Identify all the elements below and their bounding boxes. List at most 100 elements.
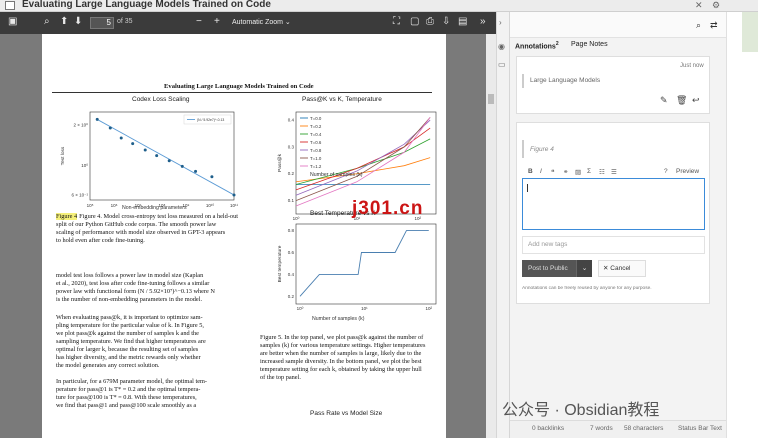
chart1-x-tick: 10⁵ bbox=[87, 203, 94, 208]
fig4-caption-line: to hold even after code fine-tuning. bbox=[56, 237, 145, 244]
zoom-in-icon[interactable]: + bbox=[214, 16, 220, 28]
chart3-svg: 10⁰ 10¹ 10² 0.2 0.4 0.6 0.8 Best temperature bbox=[277, 223, 437, 311]
search-icon[interactable]: ⌕ bbox=[696, 20, 701, 31]
eye-icon[interactable]: ◉ bbox=[498, 42, 505, 51]
chart2-y-tick: 0.3 bbox=[288, 144, 295, 149]
pdf-file-icon bbox=[5, 1, 15, 10]
tools-menu-icon[interactable]: » bbox=[480, 16, 486, 28]
site-watermark: j301.cn bbox=[352, 198, 424, 219]
quote-bar bbox=[522, 140, 524, 158]
body-line: is the number of non-embedding parameter… bbox=[56, 296, 203, 303]
page-number-input[interactable]: 5 bbox=[90, 17, 114, 29]
chart2-title: Pass@K vs K, Temperature bbox=[302, 96, 382, 103]
chart3-x-tick: 10¹ bbox=[361, 306, 368, 311]
download-icon[interactable]: ⇩ bbox=[442, 16, 450, 28]
tab-annotations[interactable]: Annotations2 bbox=[515, 41, 559, 50]
chart1-point bbox=[119, 136, 123, 140]
print-icon[interactable]: ⎙ bbox=[426, 16, 434, 28]
chart1-y-tick: 10⁰ bbox=[81, 163, 88, 168]
reply-icon[interactable]: ↩ bbox=[692, 95, 700, 106]
quote-icon[interactable]: ❝ bbox=[551, 168, 555, 176]
zoom-out-icon[interactable]: − bbox=[196, 16, 202, 28]
fig5-caption-line: of the top panel. bbox=[260, 374, 301, 381]
annotation-timestamp: Just now bbox=[680, 63, 704, 69]
presentation-icon[interactable]: ⛶ bbox=[393, 16, 400, 28]
tab-annotations-label: Annotations bbox=[515, 43, 556, 51]
chart1-legend-label: (N / 5.92e7)^-0.13 bbox=[197, 118, 224, 122]
body-line: we find that pass@1 and pass@100 scale s… bbox=[56, 402, 197, 409]
chart1-point bbox=[194, 169, 198, 173]
chart1-point bbox=[131, 142, 135, 146]
chart1-svg: 10⁵ 10⁶ 10⁷ 10⁸ 10⁹ 10¹⁰ 10¹¹2 × 10⁰10⁰6 × 10⁻… bbox=[60, 111, 239, 208]
quote-bar bbox=[522, 74, 524, 88]
wechat-watermark: 公众号 · Obsidian教程 bbox=[502, 402, 660, 419]
chart3-y-tick: 0.2 bbox=[288, 294, 295, 299]
chart3-y-tick: 0.4 bbox=[288, 272, 295, 277]
cancel-button[interactable]: ✕ Cancel bbox=[598, 260, 646, 277]
body-line: the model generates any correct solution… bbox=[56, 362, 160, 369]
page-up-icon[interactable]: ⬆ bbox=[60, 16, 68, 28]
chart3-y-tick: 0.8 bbox=[288, 228, 295, 233]
help-icon[interactable]: ? bbox=[664, 168, 668, 175]
open-file-icon[interactable]: ▢ bbox=[410, 16, 419, 28]
annotation-sidebar-strip: › ◉ ▭ bbox=[496, 12, 510, 438]
zoom-value: Automatic Zoom bbox=[232, 19, 283, 26]
trash-icon[interactable]: 🗑 bbox=[676, 95, 687, 106]
share-icon[interactable]: ⇄ bbox=[710, 20, 718, 31]
fig4-label-highlight[interactable]: Figure 4 bbox=[56, 213, 78, 220]
pdf-toolbar: ▣ ⌕ ⬆ ⬇ 5 of 35 − + Automatic Zoom ⌄ ⛶ ▢… bbox=[0, 12, 496, 34]
tags-input[interactable]: Add new tags bbox=[522, 236, 705, 254]
chart3-x-tick: 10⁰ bbox=[297, 306, 304, 311]
gear-icon[interactable]: ⚙ bbox=[712, 0, 720, 11]
annotation-panel-header bbox=[510, 12, 726, 38]
status-text: Status Bar Text bbox=[678, 425, 722, 432]
image-icon[interactable]: ▨ bbox=[575, 168, 581, 176]
sidebar-toggle-icon[interactable]: ▣ bbox=[8, 16, 17, 28]
post-button-label: Post to Public bbox=[528, 265, 568, 272]
chart1-x-tick: 10¹¹ bbox=[230, 203, 239, 208]
chart2-legend-label: T=0.0 bbox=[310, 116, 322, 121]
preview-button[interactable]: Preview bbox=[676, 168, 699, 175]
italic-icon[interactable]: I bbox=[540, 168, 542, 175]
chart2-legend-label: T=0.6 bbox=[310, 140, 322, 145]
status-backlinks: 0 backlinks bbox=[532, 425, 565, 432]
chart2-legend-label: T=0.8 bbox=[310, 148, 322, 153]
cancel-label: Cancel bbox=[610, 265, 631, 272]
bookmark-icon[interactable]: ▤ bbox=[458, 16, 467, 28]
chart2-legend-label: T=0.4 bbox=[310, 132, 322, 137]
chart2-y-tick: 0.2 bbox=[288, 171, 295, 176]
numbered-list-icon[interactable]: ☷ bbox=[599, 168, 605, 176]
note-icon[interactable]: ▭ bbox=[498, 60, 506, 69]
chart1-xlabel: Non-embedding parameters bbox=[122, 205, 187, 211]
zoom-select[interactable]: Automatic Zoom ⌄ bbox=[232, 17, 294, 29]
chart1-point bbox=[180, 164, 184, 168]
bold-icon[interactable]: B bbox=[528, 168, 533, 175]
pdf-scrollbar-thumb[interactable] bbox=[488, 94, 494, 104]
chart2-legend-label: T=0.2 bbox=[310, 124, 322, 129]
chart2-y-tick: 0.1 bbox=[288, 198, 295, 203]
bullet-list-icon[interactable]: ☰ bbox=[611, 168, 617, 176]
collapse-sidebar-icon[interactable]: › bbox=[499, 18, 502, 27]
page-down-icon[interactable]: ⬇ bbox=[74, 16, 82, 28]
annotation-quote: Large Language Models bbox=[530, 77, 601, 84]
text-cursor bbox=[527, 184, 528, 192]
search-icon[interactable]: ⌕ bbox=[44, 16, 50, 28]
math-icon[interactable]: Σ bbox=[587, 168, 591, 175]
chart1-y-tick: 6 × 10⁻¹ bbox=[71, 192, 88, 197]
header-rule bbox=[52, 92, 432, 93]
post-dropdown-toggle[interactable]: ⌄ bbox=[576, 260, 592, 277]
annotation-textarea[interactable] bbox=[522, 178, 705, 230]
tags-placeholder: Add new tags bbox=[528, 241, 568, 248]
close-icon[interactable]: ✕ bbox=[695, 0, 703, 11]
fig4-label: Figure 4 bbox=[56, 213, 78, 220]
chart1-point bbox=[108, 126, 112, 130]
close-icon: ✕ bbox=[603, 265, 609, 272]
chart1-point bbox=[167, 159, 171, 163]
chart2-ylabel: Pass@k bbox=[277, 153, 283, 172]
tab-page-notes[interactable]: Page Notes bbox=[571, 41, 608, 48]
edit-icon[interactable]: ✎ bbox=[660, 95, 668, 106]
chart3-x-tick: 10² bbox=[426, 306, 433, 311]
chart1-point bbox=[210, 175, 214, 179]
chart1-ylabel: Test loss bbox=[60, 146, 66, 165]
link-icon[interactable]: ⚭ bbox=[563, 168, 568, 176]
